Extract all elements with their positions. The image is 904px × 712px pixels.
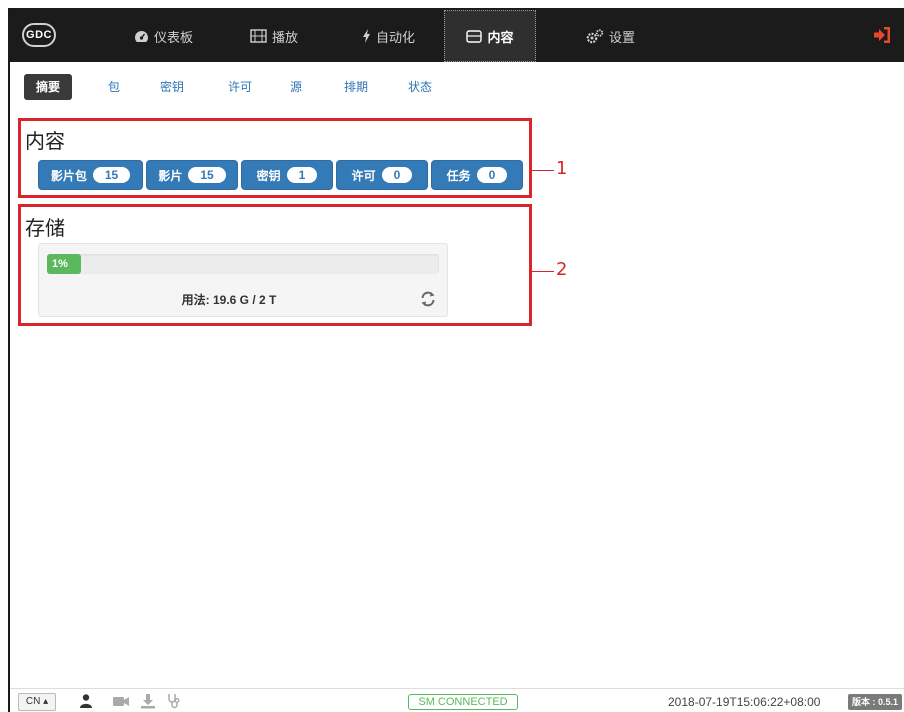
subnav-schedule[interactable]: 排期: [344, 74, 368, 100]
subnav-licenses[interactable]: 许可: [228, 74, 252, 100]
storage-progress-bar: 1%: [47, 254, 439, 274]
storage-usage-text: 用法: 19.6 G / 2 T: [181, 293, 277, 307]
nav-settings-label: 设置: [609, 29, 636, 45]
top-navbar: GDC 仪表板 播放 自动化 内容 设置: [10, 10, 904, 62]
count-button-label: 密钥: [256, 168, 281, 183]
stethoscope-icon[interactable]: [166, 693, 182, 709]
nav-content-label: 内容: [487, 29, 514, 45]
callout-line-2: [532, 271, 554, 272]
callout-line-1: [532, 170, 554, 171]
app-frame: [8, 8, 904, 712]
content-icon: [466, 29, 483, 43]
storage-panel: 1% 用法: 19.6 G / 2 T: [38, 243, 448, 317]
subnav-keys[interactable]: 密钥: [160, 74, 184, 100]
refresh-icon[interactable]: [419, 290, 437, 308]
gdc-logo[interactable]: GDC: [22, 23, 56, 47]
film-icon: [250, 29, 267, 43]
count-button-label: 任务: [446, 168, 471, 183]
subnav-sources[interactable]: 源: [290, 74, 302, 100]
version-badge: 版本 : 0.5.1: [848, 694, 903, 710]
user-icon[interactable]: [78, 693, 94, 709]
callout-number-2: 2: [556, 259, 568, 280]
callout-number-1: 1: [556, 158, 568, 179]
count-button-label: 影片包: [50, 168, 87, 183]
storage-progress-fill: 1%: [47, 254, 81, 274]
status-footer: CN ▴ SM CONNECTED 2018-07-19T15:06:22+08…: [10, 688, 904, 712]
count-badge: 0: [476, 167, 508, 183]
count-button-tasks[interactable]: 任务 0: [431, 160, 523, 190]
subnav-packages[interactable]: 包: [108, 74, 120, 100]
system-timestamp: 2018-07-19T15:06:22+08:00: [668, 695, 821, 709]
logout-icon[interactable]: [872, 26, 892, 44]
content-section-title: 内容: [25, 129, 65, 153]
subnav-status[interactable]: 状态: [408, 74, 432, 100]
nav-automation-label: 自动化: [376, 29, 416, 45]
count-button-label: 影片: [158, 168, 183, 183]
dashboard-icon: [135, 30, 148, 42]
bolt-icon: [363, 29, 370, 43]
language-selector[interactable]: CN ▴: [18, 693, 56, 711]
count-badge: 15: [188, 167, 226, 183]
count-badge: 0: [381, 167, 413, 183]
count-badge: 1: [286, 167, 318, 183]
sm-connection-status: SM CONNECTED: [408, 694, 518, 710]
storage-section-title: 存储: [25, 216, 65, 240]
subnav-summary[interactable]: 摘要: [24, 74, 73, 100]
language-label: CN: [25, 696, 41, 707]
nav-dashboard[interactable]: 仪表板: [134, 10, 193, 62]
sub-navbar: 摘要 包 密钥 许可 源 排期 状态: [10, 62, 904, 106]
nav-dashboard-label: 仪表板: [154, 29, 194, 45]
nav-playback[interactable]: 播放: [250, 10, 298, 62]
count-button-packages[interactable]: 影片包 15: [38, 160, 143, 190]
count-button-label: 许可: [351, 168, 376, 183]
download-icon[interactable]: [140, 693, 156, 709]
nav-playback-label: 播放: [272, 29, 299, 45]
count-button-films[interactable]: 影片 15: [146, 160, 238, 190]
count-button-keys[interactable]: 密钥 1: [241, 160, 333, 190]
count-badge: 15: [92, 167, 131, 183]
nav-content[interactable]: 内容: [444, 10, 536, 62]
camera-icon[interactable]: [112, 693, 130, 709]
count-button-licenses[interactable]: 许可 0: [336, 160, 428, 190]
gears-icon: [586, 28, 604, 43]
nav-settings[interactable]: 设置: [586, 10, 635, 62]
nav-automation[interactable]: 自动化: [362, 10, 415, 62]
